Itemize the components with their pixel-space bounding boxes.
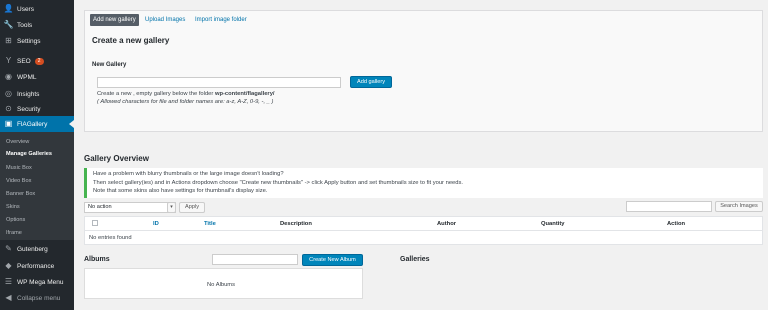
performance-icon: ◆ (5, 261, 12, 270)
sidebar-item-label: Settings (17, 37, 41, 45)
bulk-action-value: No action (88, 204, 112, 210)
tools-icon: 🔧 (3, 20, 14, 29)
users-icon: 👤 (3, 4, 14, 13)
submenu-iframe[interactable]: Iframe (6, 230, 22, 236)
sidebar-item-flagallery[interactable]: ▣ FlAGallery (0, 116, 74, 132)
megamenu-icon: ☰ (4, 277, 13, 286)
sidebar-item-label: Performance (17, 262, 55, 270)
column-author: Author (437, 221, 456, 227)
column-action: Action (667, 221, 686, 227)
seo-icon: Y (5, 56, 12, 65)
sidebar-item-label: Gutenberg (17, 245, 48, 253)
notice-line: Note that some skins also have settings … (93, 188, 268, 195)
help-prefix: Create a new , empty gallery below the f… (97, 91, 215, 97)
column-description: Description (280, 221, 312, 227)
tab-add-new-gallery[interactable]: Add new gallery (90, 14, 139, 26)
submenu-manage-galleries[interactable]: Manage Galleries (6, 151, 52, 157)
sidebar-item-security[interactable]: ⊙ Security (0, 101, 74, 117)
flagallery-icon: ▣ (4, 119, 13, 128)
wpml-icon: ◉ (5, 72, 12, 81)
table-divider (85, 230, 762, 231)
new-gallery-label: New Gallery (92, 62, 127, 68)
sidebar-item-label: SEO (17, 57, 31, 65)
help-folder: wp-content/flagallery/ (214, 91, 275, 97)
submenu-options[interactable]: Options (6, 217, 25, 223)
column-quantity: Quantity (541, 221, 565, 227)
chevron-down-icon[interactable]: ▾ (167, 202, 176, 213)
collapse-icon: ◀ (5, 293, 12, 302)
create-gallery-help: Create a new , empty gallery below the f… (97, 91, 275, 97)
gutenberg-icon: ✎ (5, 244, 12, 253)
albums-list: No Albums (84, 268, 363, 299)
sidebar-item-seo[interactable]: Y SEO 2 (0, 53, 74, 69)
galleries-title: Galleries (400, 256, 430, 263)
submenu-music-box[interactable]: Music Box (6, 165, 32, 171)
new-gallery-name-input[interactable] (97, 77, 341, 88)
sidebar-item-settings[interactable]: ⊞ Settings (0, 33, 74, 49)
sidebar-item-label: Collapse menu (17, 294, 61, 302)
insights-icon: ◎ (5, 89, 12, 98)
albums-title: Albums (84, 256, 110, 263)
sidebar-item-insights[interactable]: ◎ Insights (0, 86, 74, 102)
submenu-banner-box[interactable]: Banner Box (6, 191, 35, 197)
gallery-table: ID Title Description Author Quantity Act… (84, 216, 763, 245)
create-gallery-panel: Add new gallery Upload Images Import ima… (84, 10, 763, 132)
add-gallery-button[interactable]: Add gallery (350, 76, 392, 88)
thumbnail-notice: Have a problem with blurry thumbnails or… (84, 168, 763, 198)
empty-albums-message: No Albums (207, 282, 236, 288)
sidebar-item-gutenberg[interactable]: ✎ Gutenberg (0, 241, 74, 257)
apply-button[interactable]: Apply (179, 202, 205, 213)
sidebar-item-wp-mega-menu[interactable]: ☰ WP Mega Menu (0, 274, 74, 290)
sidebar-item-performance[interactable]: ◆ Performance (0, 258, 74, 274)
empty-table-message: No entries found (89, 235, 132, 241)
sidebar-item-users[interactable]: 👤 Users (0, 1, 74, 17)
tab-upload-images[interactable]: Upload Images (142, 14, 188, 26)
search-images-input[interactable] (626, 201, 712, 212)
settings-icon: ⊞ (5, 36, 12, 45)
flagallery-submenu: Overview Manage Galleries Music Box Vide… (0, 132, 74, 240)
sidebar-item-label: Tools (17, 21, 33, 29)
admin-sidebar: 👤 Users 🔧 Tools ⊞ Settings Y SEO 2 ◉ WPML ◎ Ins… (0, 0, 74, 310)
sidebar-item-label: Insights (17, 90, 40, 98)
gallery-overview-title: Gallery Overview (84, 154, 149, 163)
create-new-album-button[interactable]: Create New Album (302, 254, 363, 266)
sidebar-item-label: FlAGallery (17, 120, 48, 128)
tab-import-image-folder[interactable]: Import image folder (192, 14, 250, 26)
sidebar-item-label: Security (17, 105, 41, 113)
new-album-name-input[interactable] (212, 254, 298, 265)
notice-line: Then select gallery(ies) and in Actions … (93, 179, 464, 186)
submenu-overview[interactable]: Overview (6, 139, 29, 145)
notification-badge: 2 (34, 57, 44, 65)
sidebar-item-label: WP Mega Menu (17, 278, 64, 286)
sidebar-item-label: Users (17, 5, 34, 13)
column-title[interactable]: Title (204, 221, 216, 227)
submenu-skins[interactable]: Skins (6, 204, 20, 210)
collapse-menu-button[interactable]: ◀ Collapse menu (0, 290, 74, 306)
search-images-button[interactable]: Search Images (715, 201, 763, 212)
bulk-action-select[interactable]: No action (84, 202, 176, 213)
sidebar-item-label: WPML (17, 73, 37, 81)
create-gallery-title: Create a new gallery (92, 36, 170, 45)
submenu-video-box[interactable]: Video Box (6, 178, 31, 184)
allowed-chars-note: ( Allowed characters for file and folder… (97, 99, 274, 105)
sidebar-item-tools[interactable]: 🔧 Tools (0, 17, 74, 33)
column-id[interactable]: ID (153, 221, 159, 227)
security-icon: ⊙ (5, 104, 12, 113)
notice-line: Have a problem with blurry thumbnails or… (93, 171, 284, 177)
sidebar-item-wpml[interactable]: ◉ WPML (0, 69, 74, 85)
select-all-checkbox[interactable] (92, 220, 98, 226)
